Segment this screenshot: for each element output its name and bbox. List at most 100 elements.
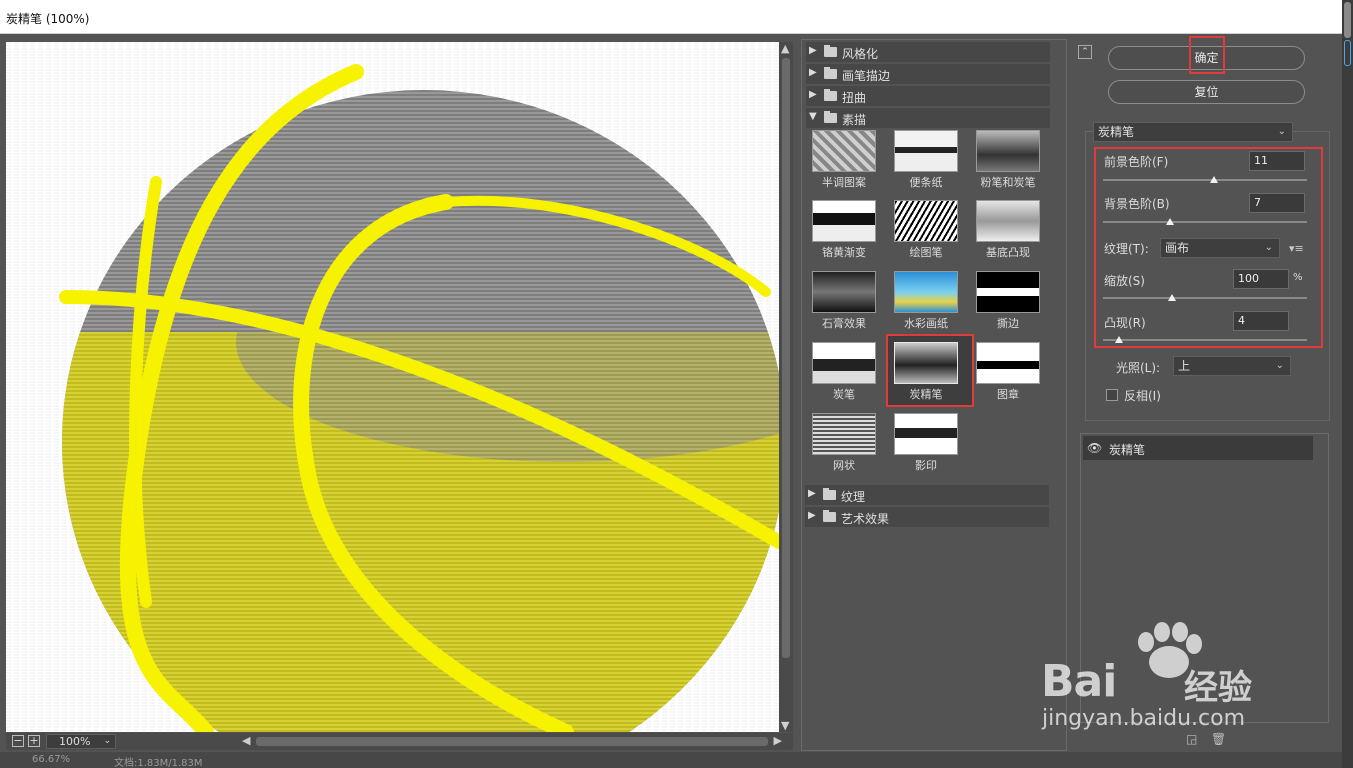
new-effect-layer-icon[interactable]: ◲ <box>1186 732 1197 746</box>
filter-thumb[interactable]: 半调图案 <box>809 130 879 194</box>
filter-thumb-image <box>894 342 958 384</box>
title-bar: 炭精笔 (100%) <box>0 0 1342 34</box>
relief-slider[interactable] <box>1103 335 1307 345</box>
category-distort[interactable]: ▶ 扭曲 <box>806 86 1050 106</box>
category-label: 风格化 <box>842 47 879 61</box>
filter-thumb[interactable]: 铬黄渐变 <box>809 200 879 264</box>
effect-layer-row[interactable]: 👁 炭精笔 <box>1083 436 1313 460</box>
filter-thumb[interactable]: 影印 <box>891 413 961 477</box>
preview-vscroll-thumb[interactable] <box>782 58 790 658</box>
filter-thumb[interactable]: 炭精笔 <box>891 342 961 406</box>
folder-open-icon <box>824 111 837 123</box>
filter-thumb[interactable]: 撕边 <box>973 271 1043 335</box>
window-scrollbar-thumb[interactable] <box>1344 2 1351 38</box>
filter-thumb[interactable]: 粉笔和炭笔 <box>973 130 1043 194</box>
filter-thumb-label: 便条纸 <box>909 176 943 189</box>
slider-knob[interactable] <box>1115 336 1124 343</box>
background-level-label: 背景色阶(B) <box>1104 197 1170 211</box>
status-doc-size: 文档:1.83M/1.83M <box>114 758 203 768</box>
category-label: 纹理 <box>841 490 866 504</box>
filter-thumb-label: 炭笔 <box>833 388 855 401</box>
delete-effect-layer-icon[interactable]: 🗑 <box>1211 732 1226 746</box>
preview-vertical-scrollbar[interactable]: ▲ ▼ <box>779 42 793 732</box>
category-label: 扭曲 <box>842 91 867 105</box>
filter-thumb[interactable]: 绘图笔 <box>891 200 961 264</box>
scale-input[interactable]: 100 <box>1233 269 1289 289</box>
category-sketch[interactable]: ▼ 素描 <box>806 108 1050 128</box>
background-level-slider[interactable] <box>1103 217 1307 227</box>
relief-input[interactable]: 4 <box>1233 311 1289 331</box>
slider-knob[interactable] <box>1168 294 1177 301</box>
filter-thumb[interactable]: 基底凸现 <box>973 200 1043 264</box>
folder-icon <box>823 488 836 500</box>
expand-triangle-icon: ▶ <box>808 510 816 521</box>
chevron-down-icon: ⌄ <box>1275 360 1284 371</box>
filter-thumb[interactable]: 图章 <box>973 342 1043 406</box>
folder-icon <box>823 510 836 522</box>
folder-icon <box>824 67 837 79</box>
expand-triangle-icon: ▶ <box>809 67 817 78</box>
texture-select[interactable]: 画布 ⌄ <box>1160 238 1280 258</box>
category-texture[interactable]: ▶ 纹理 <box>805 485 1049 505</box>
eye-icon[interactable]: 👁 <box>1087 441 1102 455</box>
preview-hscroll-thumb[interactable] <box>256 737 768 746</box>
slider-knob[interactable] <box>1166 218 1175 225</box>
filter-thumb-image <box>976 130 1040 172</box>
scale-unit: % <box>1293 272 1303 283</box>
texture-select-value: 画布 <box>1165 241 1190 255</box>
foreground-level-label: 前景色阶(F) <box>1104 155 1169 169</box>
scroll-up-arrow-icon[interactable]: ▲ <box>781 42 789 55</box>
filter-thumb-image <box>812 200 876 242</box>
zoom-select[interactable]: 100% ⌄ <box>46 734 116 749</box>
texture-menu-icon[interactable]: ▾≡ <box>1289 242 1304 255</box>
filter-thumb-image <box>812 342 876 384</box>
light-select[interactable]: 上 ⌄ <box>1173 356 1291 376</box>
folder-icon <box>824 89 837 101</box>
foreground-level-slider[interactable] <box>1103 175 1307 185</box>
filter-thumb-image <box>976 200 1040 242</box>
filter-select[interactable]: 炭精笔 ⌄ <box>1093 122 1293 142</box>
filter-thumb[interactable]: 水彩画纸 <box>891 271 961 335</box>
preview-bottom-bar: − + 100% ⌄ ◀ ▶ <box>6 733 793 750</box>
ok-button-highlight <box>1189 36 1225 74</box>
filter-thumb[interactable]: 便条纸 <box>891 130 961 194</box>
window-scrollbar[interactable] <box>1342 0 1353 768</box>
category-stylize[interactable]: ▶ 风格化 <box>806 42 1050 62</box>
preview-horizontal-scrollbar[interactable]: ◀ ▶ <box>242 734 782 749</box>
category-brush-strokes[interactable]: ▶ 画笔描边 <box>806 64 1050 84</box>
filter-thumb-image <box>894 200 958 242</box>
scroll-down-arrow-icon[interactable]: ▼ <box>781 719 789 732</box>
zoom-out-button[interactable]: − <box>12 735 24 747</box>
status-bar: 66.67% 文档:1.83M/1.83M <box>0 752 1342 768</box>
zoom-in-button[interactable]: + <box>28 735 40 747</box>
filter-thumb-label: 铬黄渐变 <box>822 246 866 259</box>
filter-thumb[interactable]: 炭笔 <box>809 342 879 406</box>
filter-thumb-image <box>976 271 1040 313</box>
scroll-right-arrow-icon[interactable]: ▶ <box>774 734 782 747</box>
zoom-value: 100% <box>59 735 91 748</box>
filter-thumb-image <box>894 271 958 313</box>
background-level-input[interactable]: 7 <box>1249 193 1305 213</box>
scroll-left-arrow-icon[interactable]: ◀ <box>242 734 250 747</box>
filter-thumb-label: 网状 <box>833 459 855 472</box>
scale-label: 缩放(S) <box>1104 274 1145 288</box>
collapse-gallery-icon[interactable]: ⌃ <box>1078 45 1092 59</box>
expand-triangle-icon: ▶ <box>809 89 817 100</box>
filter-thumb-label: 图章 <box>997 388 1019 401</box>
light-select-value: 上 <box>1178 359 1191 373</box>
filter-thumb[interactable]: 网状 <box>809 413 879 477</box>
invert-label: 反相(I) <box>1124 389 1161 403</box>
invert-checkbox[interactable] <box>1106 389 1118 401</box>
filter-thumb-image <box>812 271 876 313</box>
filter-thumb[interactable]: 石膏效果 <box>809 271 879 335</box>
preview-canvas[interactable] <box>6 42 779 732</box>
expand-triangle-icon: ▶ <box>808 488 816 499</box>
scale-slider[interactable] <box>1103 293 1307 303</box>
reset-button[interactable]: 复位 <box>1108 80 1305 104</box>
filter-thumb-label: 石膏效果 <box>822 317 866 330</box>
foreground-level-input[interactable]: 11 <box>1249 151 1305 171</box>
chevron-down-icon: ⌄ <box>1277 126 1286 137</box>
category-artistic[interactable]: ▶ 艺术效果 <box>805 507 1049 527</box>
slider-knob[interactable] <box>1210 176 1219 183</box>
filter-thumb-label: 绘图笔 <box>909 246 943 259</box>
